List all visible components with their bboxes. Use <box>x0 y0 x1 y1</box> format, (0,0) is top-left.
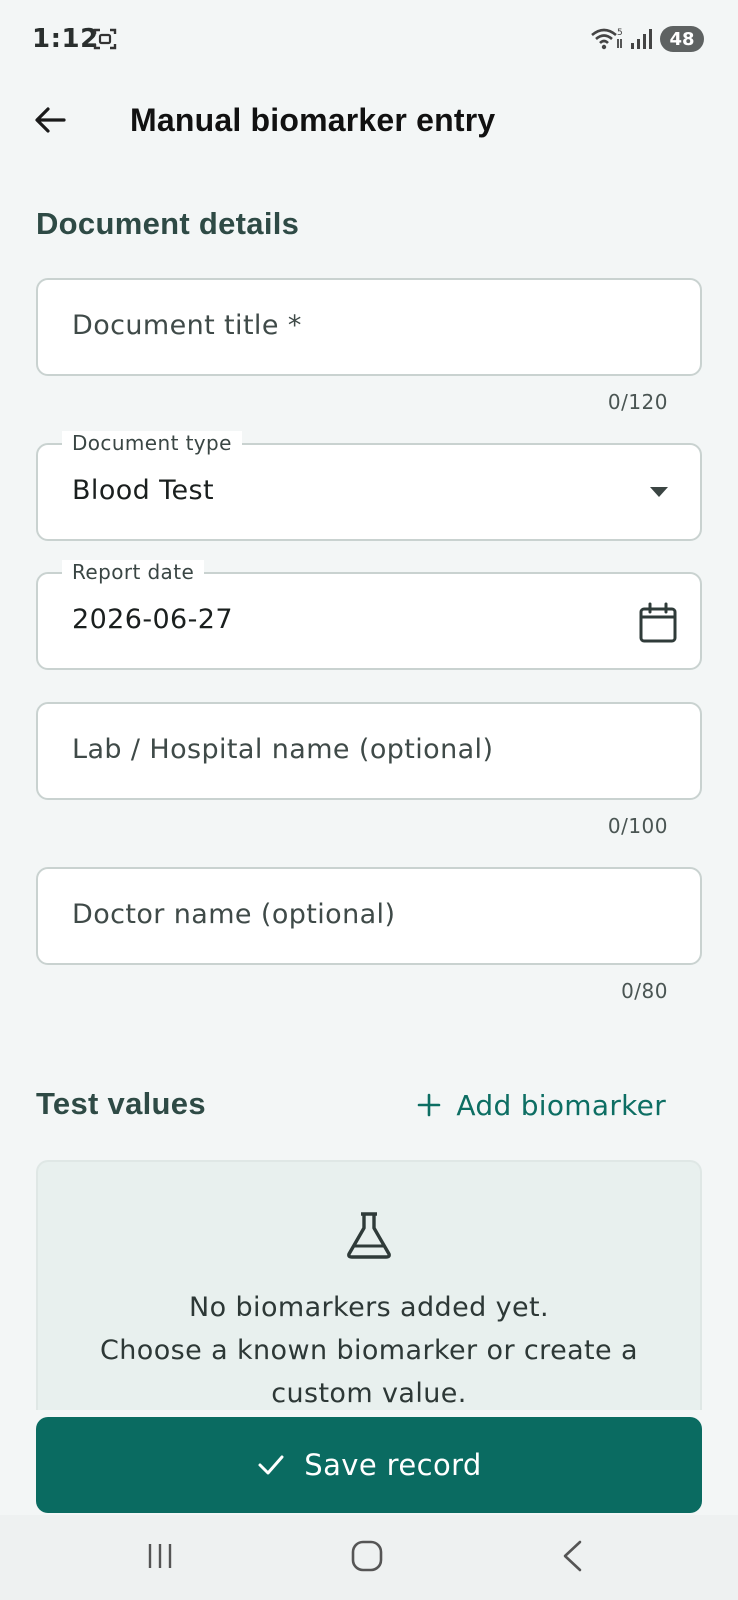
report-date-label: Report date <box>62 560 205 584</box>
screenshot-icon <box>93 28 117 50</box>
document-title-counter: 0/120 <box>607 390 668 414</box>
arrow-left-icon[interactable] <box>30 100 70 140</box>
document-title-field[interactable]: Document title * <box>36 278 702 376</box>
status-time: 1:12 <box>32 24 99 54</box>
lab-hospital-field[interactable]: Lab / Hospital name (optional) <box>36 702 702 800</box>
section-title-document-details: Document details <box>36 206 300 241</box>
document-type-value: Blood Test <box>72 475 214 506</box>
page-title: Manual biomarker entry <box>130 102 496 138</box>
document-type-label: Document type <box>62 431 242 455</box>
lab-hospital-counter: 0/100 <box>607 814 668 838</box>
system-nav-bar <box>0 1515 738 1600</box>
check-icon <box>258 1455 284 1475</box>
add-biomarker-button[interactable]: Add biomarker <box>416 1080 666 1130</box>
document-type-dropdown[interactable]: Document type Blood Test <box>36 431 702 541</box>
plus-icon <box>418 1093 441 1117</box>
save-record-button[interactable]: Save record <box>36 1417 702 1513</box>
report-date-field[interactable]: Report date 2026-06-27 <box>36 560 702 670</box>
doctor-name-counter: 0/80 <box>621 979 668 1003</box>
report-date-value: 2026-06-27 <box>72 604 233 635</box>
test-values-header: Test values Add biomarker <box>0 1080 738 1130</box>
document-title-placeholder: Document title * <box>72 310 302 341</box>
signal-icon <box>631 29 652 49</box>
doctor-name-field[interactable]: Doctor name (optional) <box>36 867 702 965</box>
recent-apps-icon[interactable] <box>145 1541 175 1571</box>
app-bar: Manual biomarker entry <box>0 80 738 160</box>
flask-icon <box>347 1212 391 1259</box>
section-title-test-values: Test values <box>36 1086 206 1121</box>
lab-hospital-placeholder: Lab / Hospital name (optional) <box>72 734 494 765</box>
dropdown-arrow-icon <box>650 487 668 497</box>
calendar-icon[interactable] <box>638 602 678 644</box>
home-icon[interactable] <box>350 1539 384 1573</box>
nav-back-icon[interactable] <box>560 1539 584 1573</box>
doctor-name-placeholder: Doctor name (optional) <box>72 899 396 930</box>
empty-message-line-1: No biomarkers added yet. <box>189 1292 549 1323</box>
svg-text:5: 5 <box>617 28 623 38</box>
empty-biomarkers-card: No biomarkers added yet. Choose a known … <box>36 1160 702 1410</box>
battery-indicator: 48 <box>660 26 704 52</box>
save-record-label: Save record <box>304 1448 482 1482</box>
status-bar: 1:12 5 48 <box>0 0 738 80</box>
wifi-icon: 5 <box>591 28 623 50</box>
add-biomarker-label: Add biomarker <box>456 1088 666 1122</box>
empty-message-line-2: Choose a known biomarker or create a <box>100 1335 638 1366</box>
empty-message-line-3: custom value. <box>271 1378 467 1409</box>
